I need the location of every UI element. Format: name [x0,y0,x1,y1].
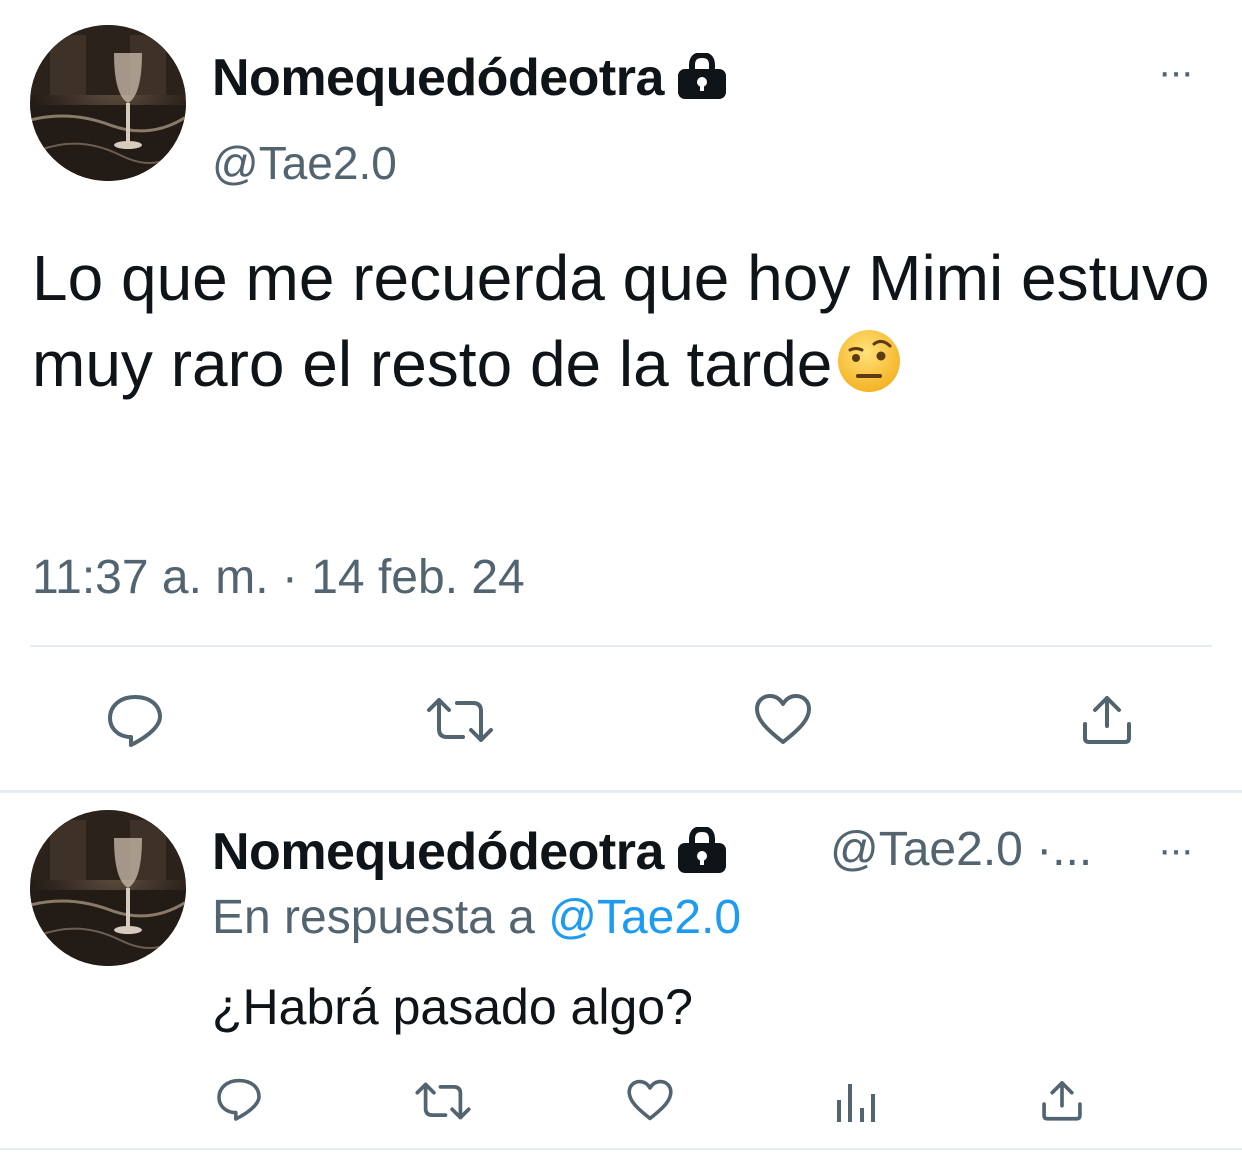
reply-icon[interactable] [215,1076,263,1122]
reply-display-name[interactable]: Nomequedódeotra [212,823,664,881]
reply-author-row[interactable]: Nomequedódeotra [212,822,730,886]
avatar-image [30,810,186,966]
lock-icon [674,825,730,886]
reply-context: En respuesta a @Tae2.0 [212,890,741,946]
share-icon[interactable] [1040,1078,1084,1122]
retweet-icon[interactable] [414,1080,472,1122]
author-name[interactable]: Nomequedódeotra [212,48,730,112]
display-name[interactable]: Nomequedódeotra [212,49,664,107]
avatar[interactable] [30,25,186,181]
reply-prefix: En respuesta a [212,891,535,944]
lock-icon [674,51,730,112]
reply-handle[interactable]: @Tae2.0 ·... [830,822,1092,878]
bottom-divider [0,1148,1242,1150]
like-icon[interactable] [626,1078,674,1122]
author-handle[interactable]: @Tae2.0 [212,136,397,190]
reply-avatar[interactable] [30,810,186,966]
more-options-icon[interactable]: ··· [1158,52,1194,92]
reply-to-link[interactable]: @Tae2.0 [548,891,741,944]
share-icon[interactable] [1080,692,1134,746]
tweet-body: Lo que me recuerda que hoy Mimi estuvo m… [32,242,1210,400]
tweet-separator [0,790,1242,793]
reply-separator: ·... [1036,823,1093,876]
tweet-text: Lo que me recuerda que hoy Mimi estuvo m… [32,235,1212,415]
avatar-image [30,25,186,181]
like-icon[interactable] [753,692,813,746]
reply-icon[interactable] [105,692,165,748]
tweet-timestamp[interactable]: 11:37 a. m. · 14 feb. 24 [32,550,525,606]
raised-eyebrow-emoji [836,328,902,415]
divider [30,645,1212,647]
views-icon[interactable] [833,1082,879,1124]
retweet-icon[interactable] [425,695,495,745]
reply-more-options-icon[interactable]: ··· [1158,830,1194,870]
reply-handle-text[interactable]: @Tae2.0 [830,823,1023,876]
reply-text: ¿Habrá pasado algo? [212,979,693,1035]
